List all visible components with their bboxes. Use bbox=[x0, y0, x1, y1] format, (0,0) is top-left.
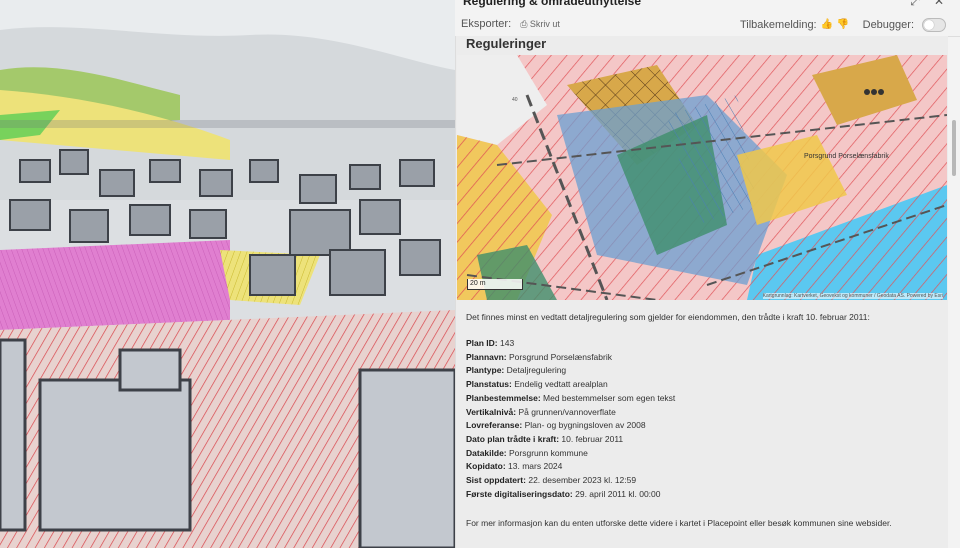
map-attribution: Kartgrunnlag: Kartverket, Geovekst og ko… bbox=[762, 293, 943, 299]
map-factory-label: Porsgrund Porselænsfabrik bbox=[804, 153, 889, 160]
regulation-map[interactable]: Porsgrund Porselænsfabrik 40 20 m Kartgr… bbox=[457, 55, 947, 300]
field-row: Plan ID: 143 bbox=[466, 337, 675, 351]
field-value: Plan- og bygningsloven av 2008 bbox=[522, 420, 646, 431]
field-label: Kopidato: bbox=[466, 461, 506, 472]
field-value: Med bestemmelser som egen tekst bbox=[540, 392, 676, 403]
field-value: Porsgrund Porselænsfabrik bbox=[506, 351, 612, 362]
thumbs-up-icon[interactable]: 👍 bbox=[821, 19, 833, 31]
plan-fields: Plan ID: 143 Plannavn: Porsgrund Porselæn… bbox=[466, 337, 675, 501]
field-value: 22. desember 2023 kl. 12:59 bbox=[525, 475, 637, 486]
field-value: Endelig vedtatt arealplan bbox=[511, 379, 608, 390]
field-row: Sist oppdatert: 22. desember 2023 kl. 12… bbox=[466, 474, 675, 488]
map-parcel-label: 40 bbox=[512, 97, 518, 103]
field-value: 143 bbox=[497, 338, 515, 348]
field-label: Plannavn: bbox=[466, 351, 507, 362]
field-row: Plantype: Detaljregulering bbox=[466, 364, 675, 378]
3d-map-view[interactable] bbox=[0, 0, 455, 548]
field-label: Første digitaliseringsdato: bbox=[466, 488, 573, 499]
field-row: Planbestemmelse: Med bestemmelser som eg… bbox=[466, 392, 675, 406]
field-row: Første digitaliseringsdato: 29. april 20… bbox=[466, 488, 675, 502]
panel-header: Regulering & områdeutnyttelse ⤢ ✕ bbox=[455, 0, 960, 14]
toolbar: Eksporter: ⎙ Skriv ut Tilbakemelding: 👍 … bbox=[455, 14, 960, 37]
field-value: Porsgrunn kommune bbox=[506, 447, 588, 458]
expand-icon[interactable]: ⤢ bbox=[910, 0, 920, 9]
debugger-toggle[interactable] bbox=[922, 18, 946, 32]
debugger-label: Debugger: bbox=[862, 19, 914, 31]
feedback-label: Tilbakemelding: bbox=[739, 19, 817, 31]
regulation-panel: Regulering & områdeutnyttelse ⤢ ✕ Ekspor… bbox=[455, 0, 960, 548]
print-icon: ⎙ bbox=[520, 19, 528, 29]
print-button[interactable]: ⎙ Skriv ut bbox=[520, 19, 560, 29]
field-row: Planstatus: Endelig vedtatt arealplan bbox=[466, 378, 675, 392]
panel-title: Regulering & områdeutnyttelse bbox=[463, 0, 642, 8]
field-row: Vertikalnivå: På grunnen/vannoverflate bbox=[466, 406, 675, 420]
field-row: Lovreferanse: Plan- og bygningsloven av … bbox=[466, 419, 675, 433]
panel-content: Reguleringer Porsgrund Porselænsfabrik 4… bbox=[455, 36, 948, 548]
print-label: Skriv ut bbox=[529, 19, 560, 29]
field-label: Dato plan trådte i kraft: bbox=[466, 433, 560, 444]
field-value: Detaljregulering bbox=[504, 365, 567, 376]
field-value: 13. mars 2024 bbox=[505, 461, 563, 472]
field-label: Sist oppdatert: bbox=[466, 475, 526, 486]
outro-text: For mer informasjon kan du enten utforsk… bbox=[466, 518, 892, 528]
field-label: Planbestemmelse: bbox=[466, 392, 541, 403]
close-icon[interactable]: ✕ bbox=[934, 0, 944, 8]
field-row: Kopidato: 13. mars 2024 bbox=[466, 460, 675, 474]
field-label: Plantype: bbox=[466, 365, 505, 376]
field-value: På grunnen/vannoverflate bbox=[516, 406, 616, 417]
map-scalebar: 20 m bbox=[467, 279, 523, 290]
field-label: Vertikalnivå: bbox=[466, 406, 517, 417]
field-label: Planstatus: bbox=[466, 379, 512, 390]
field-row: Dato plan trådte i kraft: 10. februar 20… bbox=[466, 433, 675, 447]
field-row: Datakilde: Porsgrunn kommune bbox=[466, 447, 675, 461]
field-row: Plannavn: Porsgrund Porselænsfabrik bbox=[466, 351, 675, 365]
thumbs-down-icon[interactable]: 👎 bbox=[837, 19, 849, 31]
field-label: Plan ID: bbox=[466, 338, 498, 348]
field-label: Datakilde: bbox=[466, 447, 507, 458]
section-title: Reguleringer bbox=[466, 36, 547, 51]
panel-scrollbar[interactable] bbox=[952, 120, 956, 176]
field-value: 10. februar 2011 bbox=[559, 433, 624, 444]
export-label: Eksporter: bbox=[461, 18, 512, 30]
intro-text: Det finnes minst en vedtatt detaljregule… bbox=[466, 312, 870, 322]
field-value: 29. april 2011 kl. 00:00 bbox=[572, 488, 661, 499]
field-label: Lovreferanse: bbox=[466, 420, 523, 431]
